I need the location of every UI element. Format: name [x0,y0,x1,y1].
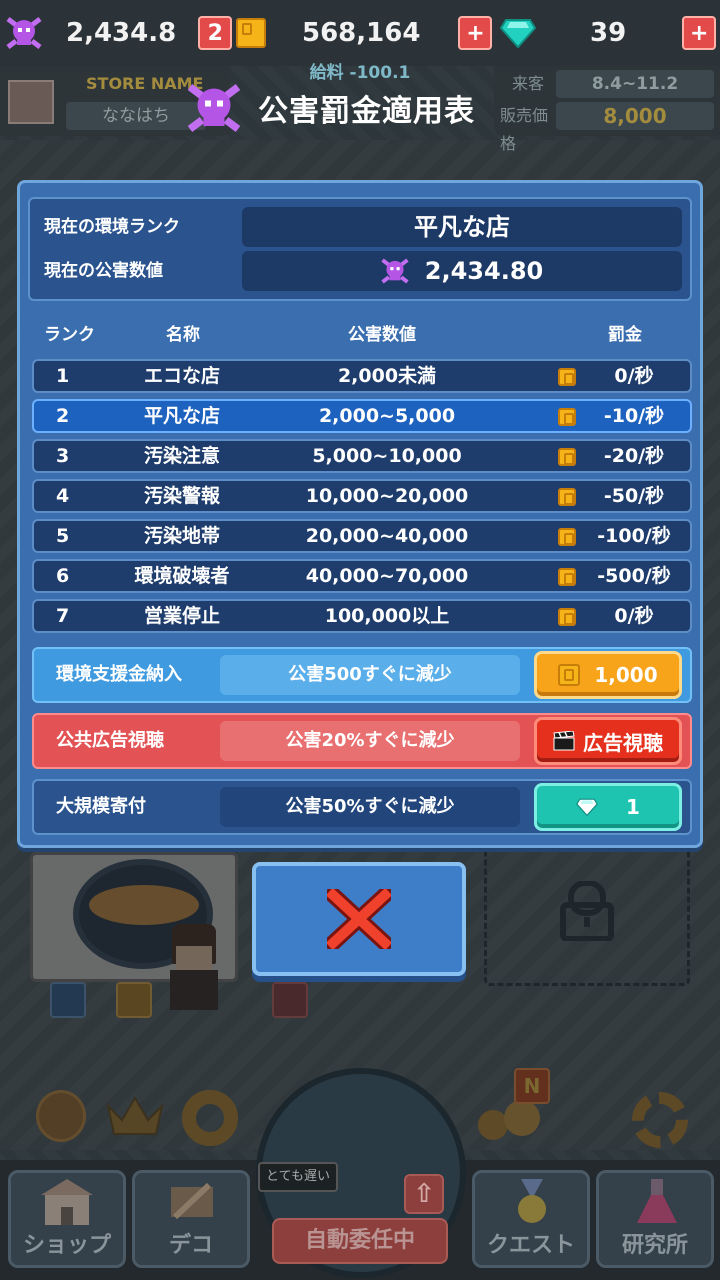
close-icon [327,889,391,949]
price-row: 販売価格 8,000 [500,102,714,153]
resource-bar: 2,434.8 2 568,164 + 39 + [0,0,720,66]
header-name: 名称 [166,325,200,345]
current-rank-text: 平凡な店 [414,213,510,241]
current-rank-row: 現在の環境ランク 平凡な店 [30,207,694,247]
table-row: 1 エコな店 2,000未満 0/秒 [32,359,692,393]
skull-icon [381,258,409,284]
coin-icon [558,664,581,686]
medal-icon [518,1179,546,1223]
modal-title: 公害罰金適用表 [258,94,475,129]
gem-value: 39 [590,18,627,48]
table-row: 6 環境破壊者 40,000~70,000 -500/秒 [32,559,692,593]
coin-value: 568,164 [302,18,421,48]
fine-table: 1 エコな店 2,000未満 0/秒 2 平凡な店 2,000~5,000 -1… [32,359,692,639]
current-pollution-value: 2,434.80 [242,251,682,291]
header-fine: 罰金 [608,325,642,345]
row-fine: -100/秒 [597,525,671,547]
current-status-box: 現在の環境ランク 平凡な店 現在の公害数値 2,434.80 [28,197,692,301]
nav-quest[interactable]: クエスト [472,1170,590,1268]
modal-title-wrap: 公害罰金適用表 [186,78,475,138]
row-fine: -10/秒 [603,405,665,427]
row-fine: 0/秒 [614,365,654,387]
price-value: 8,000 [556,102,714,130]
table-row: 7 営業停止 100,000以上 0/秒 [32,599,692,633]
donate-gems-button[interactable]: 1 [534,783,682,831]
table-row-current: 2 平凡な店 2,000~5,000 -10/秒 [32,399,692,433]
flask-icon [637,1179,677,1223]
current-pollution-row: 現在の公害数値 2,434.80 [30,251,694,291]
gem-icon [576,798,598,816]
row-fine: 0/秒 [614,605,654,627]
current-rank-label: 現在の環境ランク [44,217,180,237]
auto-delegate-button[interactable]: 自動委任中 [272,1218,448,1264]
current-pollution-label: 現在の公害数値 [44,261,163,281]
row-fine: -500/秒 [597,565,671,587]
table-row: 5 汚染地帯 20,000~40,000 -100/秒 [32,519,692,553]
current-rank-value: 平凡な店 [242,207,682,247]
table-row: 3 汚染注意 5,000~10,000 -20/秒 [32,439,692,473]
coin-icon [236,18,266,48]
pay-coins-label: 1,000 [594,663,658,687]
nav-shop[interactable]: ショップ [8,1170,126,1268]
nav-lab-label: 研究所 [621,1233,688,1258]
header-value: 公害数値 [348,325,416,345]
row-value: 2,000~5,000 [318,405,456,427]
large-donation-label: 大規模寄付 [56,796,146,817]
skull-icon [187,84,241,132]
support-fund-action: 環境支援金納入 公害500すぐに減少 1,000 [32,647,692,703]
gem-resource: 39 + [500,10,717,56]
nav-shop-label: ショップ [22,1233,111,1258]
donate-gems-label: 1 [626,795,640,819]
speed-indicator: とても遅い [258,1162,338,1192]
row-value: 20,000~40,000 [305,525,469,547]
row-value: 10,000~20,000 [305,485,469,507]
nav-quest-label: クエスト [486,1233,575,1258]
close-button[interactable] [252,862,466,976]
current-pollution-text: 2,434.80 [424,257,544,285]
add-gems-button[interactable]: + [682,16,717,50]
row-fine: -20/秒 [603,445,665,467]
support-fund-desc: 公害500すぐに減少 [220,655,520,695]
shop-icon [41,1179,93,1225]
pollution-fine-modal: 現在の環境ランク 平凡な店 現在の公害数値 2,434.80 ランク 名称 公害… [17,180,703,848]
nav-deco[interactable]: デコ [132,1170,250,1268]
nav-lab[interactable]: 研究所 [596,1170,714,1268]
store-name-value: ななはち [66,102,206,130]
upgrade-arrow-button[interactable]: ⇧ [404,1174,444,1214]
table-header: ランク 名称 公害数値 罰金 [34,321,690,349]
table-row: 4 汚染警報 10,000~20,000 -50/秒 [32,479,692,513]
header-rank: ランク [44,325,95,345]
row-value: 2,000未満 [337,365,437,387]
clapperboard-icon [553,731,575,751]
coin-resource: 568,164 + [236,10,493,56]
large-donation-action: 大規模寄付 公害50%すぐに減少 1 [32,779,692,835]
pay-coins-button[interactable]: 1,000 [534,651,682,699]
pollution-value: 2,434.8 [66,18,177,48]
row-value: 40,000~70,000 [305,565,469,587]
row-value: 100,000以上 [324,605,450,627]
hammer-icon [171,1182,213,1220]
public-ad-action: 公共広告視聴 公害20%すぐに減少 広告視聴 [32,713,692,769]
row-value: 5,000~10,000 [312,445,462,467]
gem-icon [500,19,536,48]
support-fund-label: 環境支援金納入 [56,664,182,685]
add-coins-button[interactable]: + [458,16,493,50]
public-ad-label: 公共広告視聴 [56,730,164,751]
pollution-badge[interactable]: 2 [198,16,233,50]
pollution-resource: 2,434.8 2 [6,10,233,56]
row-fine: -50/秒 [603,485,665,507]
public-ad-desc: 公害20%すぐに減少 [220,721,520,761]
store-icon [8,80,54,124]
price-label: 販売価格 [500,106,549,153]
watch-ad-button[interactable]: 広告視聴 [534,717,682,765]
large-donation-desc: 公害50%すぐに減少 [220,787,520,827]
watch-ad-label: 広告視聴 [583,730,663,755]
skull-icon [6,17,42,49]
nav-deco-label: デコ [168,1233,213,1258]
